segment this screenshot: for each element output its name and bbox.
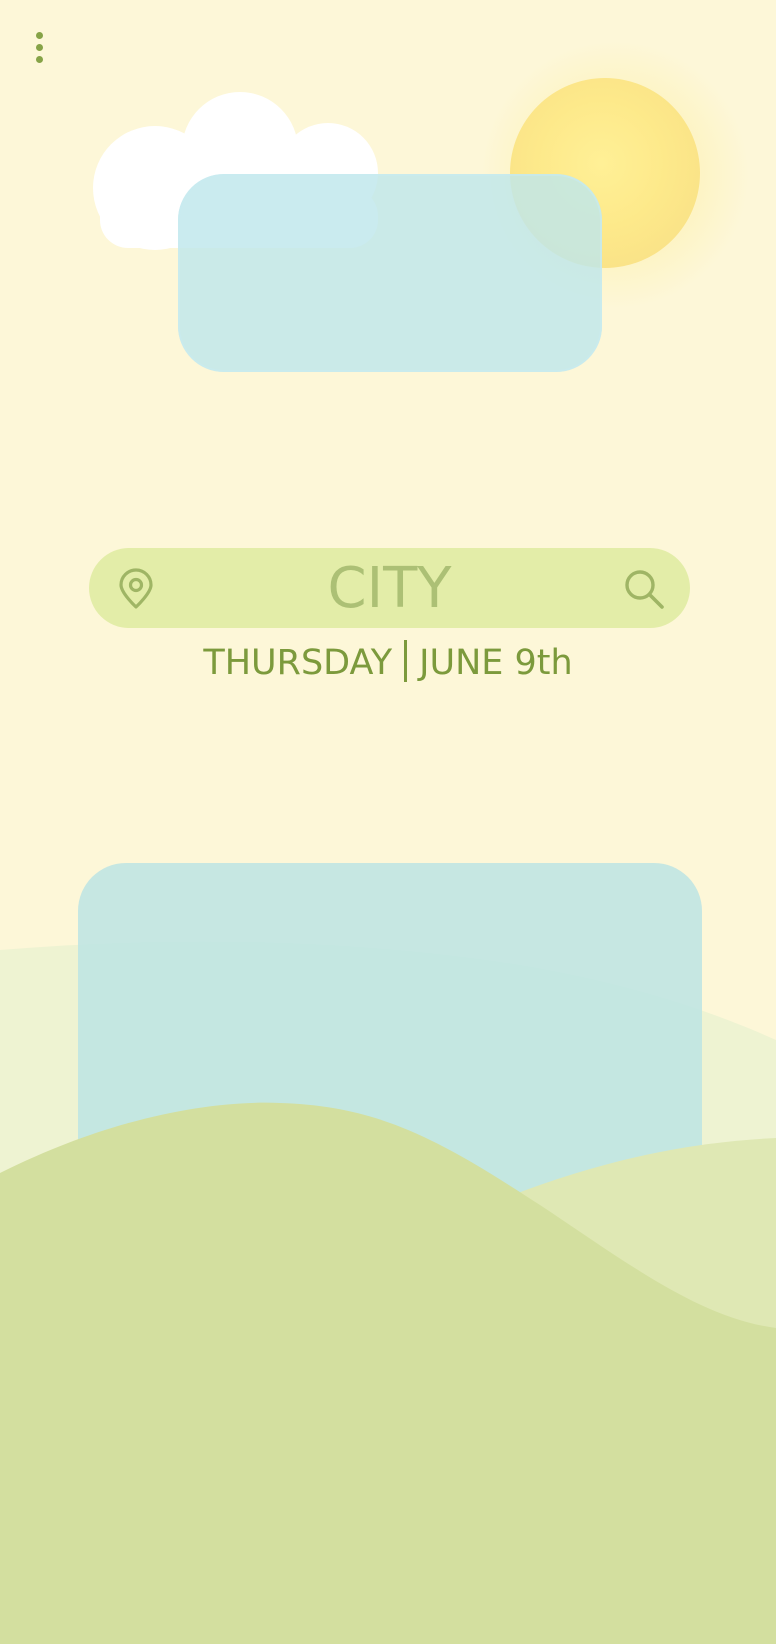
weather-screen: THURSDAYJUNE 9th [0, 0, 776, 1644]
landscape-illustration [0, 863, 776, 1644]
